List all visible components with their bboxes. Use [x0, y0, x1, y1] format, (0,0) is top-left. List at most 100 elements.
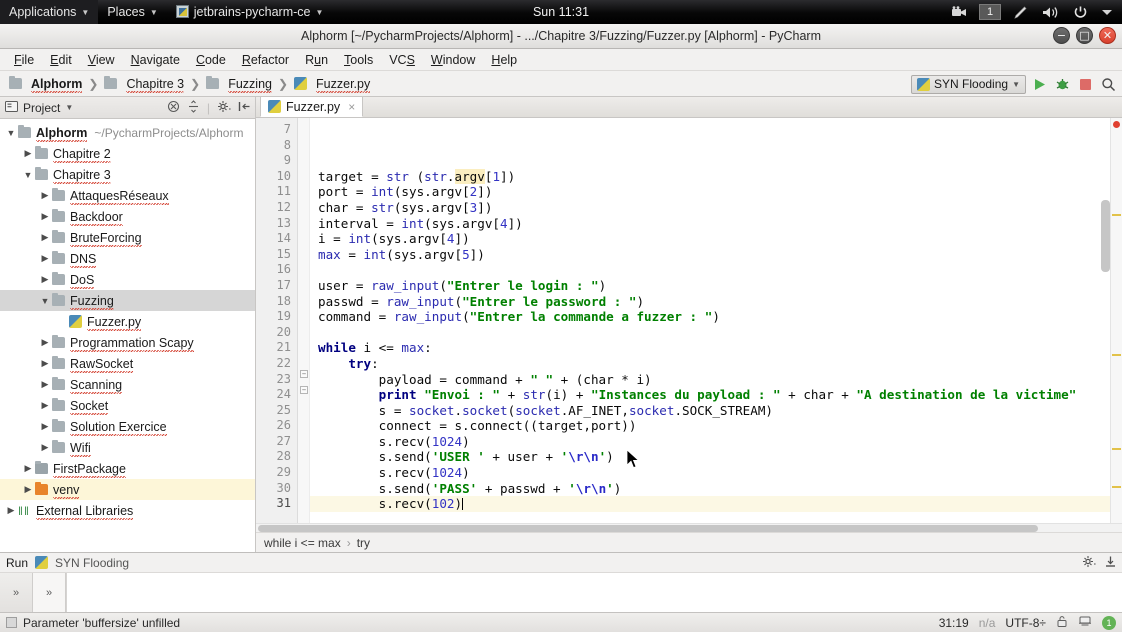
chevron-down-icon[interactable]: ▼: [4, 128, 18, 138]
code-line[interactable]: payload = command + " " + (char * i): [318, 372, 1122, 388]
menu-view[interactable]: View: [80, 51, 123, 69]
chevron-right-icon[interactable]: ▶: [21, 148, 35, 159]
chevron-right-icon[interactable]: ▶: [38, 190, 52, 201]
window-menu-pycharm[interactable]: jetbrains-pycharm-ce ▼: [167, 0, 333, 24]
minimize-button[interactable]: −: [1053, 27, 1070, 44]
code-line[interactable]: char = str(sys.argv[3]): [318, 200, 1122, 216]
code-line[interactable]: s.send('USER ' + user + '\r\n'): [318, 449, 1122, 465]
warning-marker[interactable]: [1112, 354, 1121, 356]
code-line[interactable]: s = socket.socket(socket.AF_INET,socket.…: [318, 403, 1122, 419]
chevron-right-icon[interactable]: ▶: [38, 211, 52, 222]
encoding[interactable]: UTF-8÷: [1005, 616, 1046, 630]
code-line[interactable]: [318, 325, 1122, 341]
code-line[interactable]: max = int(sys.argv[5]): [318, 247, 1122, 263]
tree-item-fuzzer-py[interactable]: Fuzzer.py: [0, 311, 255, 332]
breadcrumb-item-fuzzing[interactable]: Fuzzing: [203, 76, 275, 93]
stop-icon[interactable]: [1075, 74, 1095, 94]
code-line[interactable]: [318, 262, 1122, 278]
scrollbar-thumb[interactable]: [258, 525, 1038, 532]
menu-refactor[interactable]: Refactor: [234, 51, 297, 69]
chevron-right-icon[interactable]: ▶: [21, 484, 35, 495]
code-line[interactable]: [318, 122, 1122, 138]
chevron-right-icon[interactable]: ▶: [38, 379, 52, 390]
collapse-all-icon[interactable]: [167, 100, 180, 116]
menu-navigate[interactable]: Navigate: [123, 51, 188, 69]
run-panel-tab[interactable]: »: [0, 573, 33, 612]
code-line[interactable]: [318, 138, 1122, 154]
code-line[interactable]: while i <= max:: [318, 340, 1122, 356]
line-number[interactable]: 10: [256, 169, 297, 185]
chevron-right-icon[interactable]: ▶: [38, 337, 52, 348]
breadcrumb-item-fuzzer-py[interactable]: Fuzzer.py: [291, 76, 373, 93]
line-number[interactable]: 17: [256, 278, 297, 294]
code-line[interactable]: port = int(sys.argv[2]): [318, 184, 1122, 200]
menu-edit[interactable]: Edit: [42, 51, 80, 69]
project-tree[interactable]: ▼ Alphorm ~/PycharmProjects/Alphorm ▶ Chapit…: [0, 119, 255, 552]
line-number[interactable]: 30: [256, 481, 297, 497]
menu-file[interactable]: File: [6, 51, 42, 69]
line-number[interactable]: 14: [256, 231, 297, 247]
line-number[interactable]: 8: [256, 138, 297, 154]
menu-tools[interactable]: Tools: [336, 51, 381, 69]
line-number[interactable]: 12: [256, 200, 297, 216]
inspection-icon[interactable]: [1078, 615, 1092, 631]
tree-item-dns[interactable]: ▶ DNS: [0, 248, 255, 269]
line-number[interactable]: 9: [256, 153, 297, 169]
line-number[interactable]: 20: [256, 325, 297, 341]
line-number[interactable]: 23: [256, 372, 297, 388]
fold-marker[interactable]: −: [300, 386, 308, 394]
tree-item-programmation-scapy[interactable]: ▶ Programmation Scapy: [0, 332, 255, 353]
volume-icon[interactable]: [1036, 0, 1065, 24]
menu-code[interactable]: Code: [188, 51, 234, 69]
line-number[interactable]: 15: [256, 247, 297, 263]
run-console-output[interactable]: [66, 573, 1122, 612]
applications-menu[interactable]: Applications ▼: [0, 0, 99, 24]
line-separator[interactable]: n/a: [979, 616, 996, 630]
chevron-right-icon[interactable]: ▶: [21, 463, 35, 474]
settings-icon[interactable]: [1082, 555, 1096, 571]
tree-item-socket[interactable]: ▶ Socket: [0, 395, 255, 416]
tree-item-chapitre-3[interactable]: ▼ Chapitre 3: [0, 164, 255, 185]
close-button[interactable]: ✕: [1099, 27, 1116, 44]
chevron-right-icon[interactable]: ▶: [38, 442, 52, 453]
tab-fuzzer-py[interactable]: Fuzzer.py ×: [260, 96, 364, 117]
read-only-lock-icon[interactable]: [1056, 615, 1068, 631]
line-number[interactable]: 22: [256, 356, 297, 372]
chevron-right-icon[interactable]: ▶: [38, 400, 52, 411]
chevron-down-icon[interactable]: ▼: [65, 103, 73, 112]
code-line[interactable]: s.recv(1024): [318, 465, 1122, 481]
code-line[interactable]: print "Envoi : " + str(i) + "Instances d…: [318, 387, 1122, 403]
chevron-right-icon[interactable]: ▶: [38, 274, 52, 285]
event-count-badge[interactable]: 1: [1102, 615, 1116, 630]
error-stripe[interactable]: [1110, 118, 1122, 523]
menu-window[interactable]: Window: [423, 51, 483, 69]
breadcrumb-item-alphorm[interactable]: Alphorm: [6, 76, 85, 93]
tree-item-bruteforcing[interactable]: ▶ BruteForcing: [0, 227, 255, 248]
hide-icon[interactable]: [1104, 555, 1117, 571]
code-line[interactable]: s.recv(1024): [318, 434, 1122, 450]
code-line[interactable]: s.recv(102): [310, 496, 1122, 512]
warning-marker[interactable]: [1112, 448, 1121, 450]
line-number[interactable]: 31: [256, 496, 297, 512]
fold-gutter[interactable]: − − −: [298, 118, 310, 523]
line-number[interactable]: 29: [256, 465, 297, 481]
chevron-right-icon[interactable]: ▶: [38, 358, 52, 369]
editor-horizontal-scrollbar[interactable]: [256, 523, 1122, 532]
settings-icon[interactable]: [217, 100, 231, 116]
chevron-down-icon[interactable]: [1096, 0, 1118, 24]
tree-item-attaquesr-seaux[interactable]: ▶ AttaquesRéseaux: [0, 185, 255, 206]
line-number[interactable]: 27: [256, 434, 297, 450]
editor-vertical-scrollbar[interactable]: [1101, 200, 1110, 272]
code-editor[interactable]: 7 8 9 10 11 12 13 14 15 16 17 18 19 20 21 22 23 24 25 26 27 2…: [256, 118, 1122, 523]
code-line[interactable]: user = raw_input("Entrer le login : "): [318, 278, 1122, 294]
fold-marker[interactable]: −: [300, 370, 308, 378]
chevron-down-icon[interactable]: ▼: [38, 296, 52, 306]
structure-breadcrumb-item[interactable]: while i <= max: [264, 536, 341, 550]
tree-item-external-libraries[interactable]: ▶ ‖‖ External Libraries: [0, 500, 255, 521]
structure-breadcrumb-item[interactable]: try: [357, 536, 370, 550]
camera-icon[interactable]: [945, 0, 973, 24]
line-number[interactable]: 18: [256, 294, 297, 310]
line-number[interactable]: 11: [256, 184, 297, 200]
warning-marker[interactable]: [1112, 486, 1121, 488]
hide-icon[interactable]: [238, 100, 251, 116]
